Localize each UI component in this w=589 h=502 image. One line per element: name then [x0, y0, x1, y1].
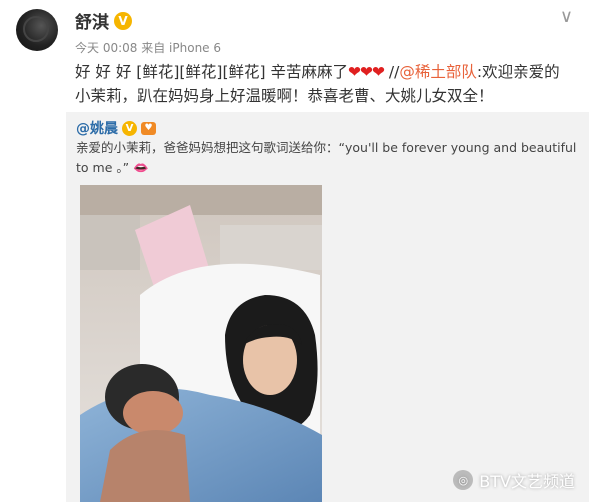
- avatar[interactable]: [16, 9, 58, 51]
- mention-link[interactable]: @稀土部队: [399, 63, 477, 81]
- repost-photo[interactable]: [80, 185, 322, 502]
- repost-body: 亲爱的小茉莉，爸爸妈妈想把这句歌词送给你：“you'll be forever …: [76, 140, 577, 175]
- post-separator: //: [383, 63, 400, 81]
- lips-icon: 👄: [133, 160, 149, 175]
- chevron-down-icon[interactable]: ∨: [560, 6, 573, 27]
- watermark: ◎ BTV文艺频道: [453, 468, 575, 492]
- username-text[interactable]: 舒淇: [75, 8, 109, 33]
- photo-image: [80, 185, 322, 502]
- hearts-icon: ❤❤❤: [348, 63, 385, 81]
- watermark-label: BTV文艺频道: [479, 472, 575, 491]
- wechat-icon: ◎: [453, 470, 474, 490]
- repost-text: 亲爱的小茉莉，爸爸妈妈想把这句歌词送给你：“you'll be forever …: [76, 138, 581, 178]
- post-meta: 今天 00:08 来自 iPhone 6: [75, 39, 221, 56]
- post-body: 好 好 好 [鲜花][鲜花][鲜花] 辛苦麻麻了❤❤❤ //@稀土部队:欢迎亲爱…: [75, 60, 571, 108]
- verified-badge-icon: V: [122, 120, 137, 136]
- repost-author[interactable]: @姚晨 V ♥: [76, 118, 156, 138]
- post-text-prefix: 好 好 好 [鲜花][鲜花][鲜花] 辛苦麻麻了: [75, 63, 348, 81]
- repost-card: @姚晨 V ♥ 亲爱的小茉莉，爸爸妈妈想把这句歌词送给你：“you'll be …: [66, 112, 589, 502]
- member-stamp-icon: ♥: [141, 121, 156, 135]
- repost-username[interactable]: @姚晨: [76, 118, 118, 138]
- post-username[interactable]: 舒淇 V: [75, 8, 132, 33]
- post-timestamp[interactable]: 今天 00:08: [75, 41, 137, 55]
- verified-badge-icon: V: [114, 11, 132, 30]
- post-source: 来自 iPhone 6: [141, 41, 222, 55]
